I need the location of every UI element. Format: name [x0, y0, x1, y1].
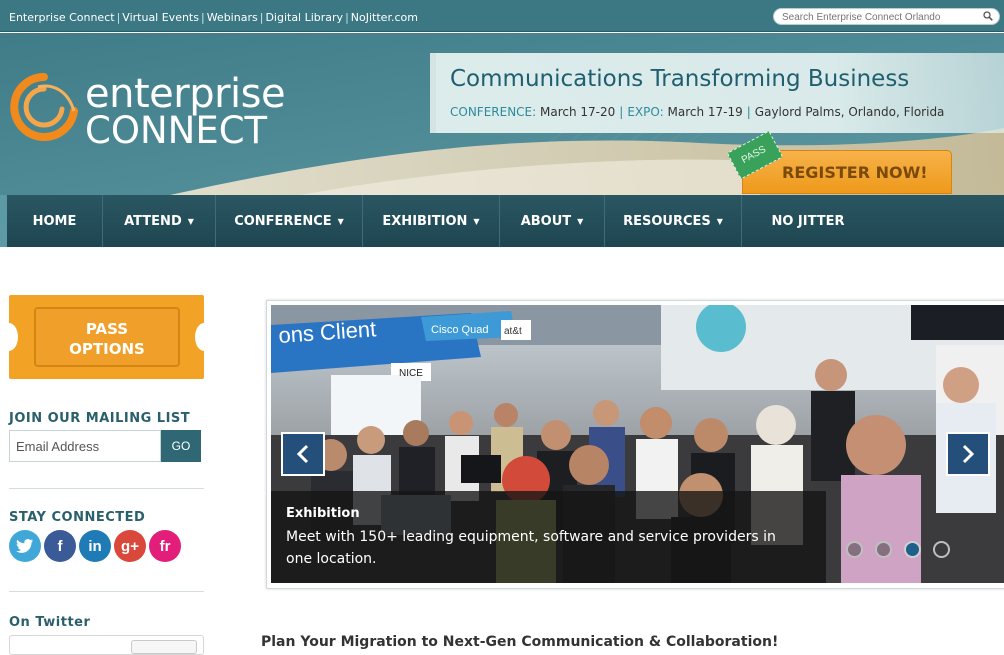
caret-down-icon: ▼ [577, 216, 584, 226]
on-twitter-heading: On Twitter [9, 615, 91, 630]
booth-sign-text: Cisco Quad [431, 324, 488, 336]
slide-caption-text: Meet with 150+ leading equipment, softwa… [286, 529, 776, 567]
caret-down-icon: ▼ [473, 216, 480, 226]
email-address-field[interactable] [9, 430, 161, 462]
register-now-label: REGISTER NOW! [782, 163, 928, 182]
link-nojitter[interactable]: NoJitter.com [351, 11, 418, 24]
expo-dates: March 17-19 [667, 105, 743, 119]
section-heading: Plan Your Migration to Next-Gen Communic… [261, 634, 779, 650]
conference-label: CONFERENCE: [450, 105, 537, 119]
nav-attend[interactable]: ATTEND ▼ [103, 195, 216, 247]
logo-word-connect: CONNECT [85, 109, 268, 152]
twitter-follow-button[interactable] [131, 640, 197, 654]
mailing-go-button[interactable]: GO [161, 430, 201, 462]
nav-label: NO JITTER [771, 213, 845, 229]
friendfeed-glyph: fr [159, 537, 171, 555]
conference-dates: March 17-20 [540, 105, 616, 119]
ticket-inner-frame: PASS OPTIONS [34, 307, 180, 367]
stay-connected-heading: STAY CONNECTED [9, 510, 146, 525]
banner-title: Communications Transforming Business [450, 66, 910, 92]
link-separator: | [259, 11, 264, 24]
booth-sign-text: at&t [504, 326, 522, 337]
nav-about[interactable]: ABOUT ▼ [500, 195, 605, 247]
slide-dot-3[interactable] [904, 541, 921, 558]
top-utility-bar: Enterprise Connect | Virtual Events | Webina… [0, 0, 1004, 32]
nav-label: EXHIBITION [382, 213, 468, 229]
nav-label: ATTEND [124, 213, 182, 229]
nav-no-jitter[interactable]: NO JITTER [742, 195, 874, 247]
slider-next-button[interactable] [946, 432, 990, 476]
detail-separator: | [619, 105, 624, 119]
chevron-left-icon [296, 444, 309, 464]
nav-home[interactable]: HOME [7, 195, 103, 247]
expo-label: EXPO: [627, 105, 664, 119]
slide-dot-2[interactable] [875, 541, 892, 558]
main-navigation: HOME ATTEND ▼ CONFERENCE ▼ EXHIBITION ▼ ABO… [0, 195, 1004, 247]
venue-text: Gaylord Palms, Orlando, Florida [754, 105, 945, 119]
linkedin-icon[interactable]: in [79, 530, 111, 562]
sidebar-divider [9, 488, 204, 489]
ticket-notch [195, 323, 213, 351]
slide-caption: Exhibition Meet with 150+ leading equipm… [271, 491, 826, 583]
event-banner: Communications Transforming Business CON… [430, 53, 1004, 133]
mailing-list-heading: JOIN OUR MAILING LIST [9, 411, 191, 426]
slide-dot-4[interactable] [933, 541, 950, 558]
caret-down-icon: ▼ [337, 216, 344, 226]
link-separator: | [116, 11, 121, 24]
search-icon[interactable] [983, 11, 993, 21]
nav-label: CONFERENCE [234, 213, 332, 229]
nav-label: ABOUT [520, 213, 572, 229]
chevron-right-icon [962, 444, 975, 464]
logo-swirl-icon [10, 73, 78, 141]
linkedin-glyph: in [88, 537, 102, 555]
slide-dot-1[interactable] [846, 541, 863, 558]
friendfeed-icon[interactable]: fr [149, 530, 181, 562]
link-digital-library[interactable]: Digital Library [265, 11, 343, 24]
pass-options-line2: OPTIONS [69, 340, 145, 358]
pass-options-button[interactable]: PASS OPTIONS [0, 295, 213, 379]
link-separator: | [200, 11, 205, 24]
pass-options-label: PASS OPTIONS [36, 319, 178, 359]
site-header: enterprise CONNECT Communications Transf… [0, 33, 1004, 195]
google-plus-glyph: g+ [121, 537, 139, 555]
twitter-bird-glyph [16, 539, 33, 553]
sidebar-divider [9, 591, 204, 592]
search-input[interactable] [782, 10, 977, 24]
link-separator: | [345, 11, 349, 24]
pass-tag-label: PASS [739, 144, 768, 166]
banner-event-details: CONFERENCE: March 17-20 | EXPO: March 17-1… [450, 105, 944, 119]
twitter-icon[interactable] [9, 530, 41, 562]
link-virtual-events[interactable]: Virtual Events [122, 11, 199, 24]
nav-label: HOME [32, 213, 77, 229]
nav-conference[interactable]: CONFERENCE ▼ [216, 195, 363, 247]
link-webinars[interactable]: Webinars [207, 11, 258, 24]
search-box [773, 8, 1000, 25]
nav-label: RESOURCES [623, 213, 711, 229]
booth-sign-text: NICE [399, 368, 423, 379]
link-enterprise-connect[interactable]: Enterprise Connect [9, 11, 115, 24]
caret-down-icon: ▼ [716, 216, 723, 226]
nav-exhibition[interactable]: EXHIBITION ▼ [363, 195, 500, 247]
facebook-icon[interactable]: f [44, 530, 76, 562]
slide-caption-title: Exhibition [286, 506, 360, 521]
google-plus-icon[interactable]: g+ [114, 530, 146, 562]
pass-options-line1: PASS [85, 320, 129, 338]
nav-resources[interactable]: RESOURCES ▼ [605, 195, 742, 247]
detail-separator: | [746, 105, 751, 119]
utility-links: Enterprise Connect | Virtual Events | Webina… [9, 11, 418, 24]
slider-prev-button[interactable] [281, 432, 325, 476]
caret-down-icon: ▼ [187, 216, 194, 226]
facebook-glyph: f [57, 537, 63, 555]
enterprise-connect-logo[interactable]: enterprise CONNECT [8, 71, 298, 176]
ticket-notch [0, 323, 18, 351]
